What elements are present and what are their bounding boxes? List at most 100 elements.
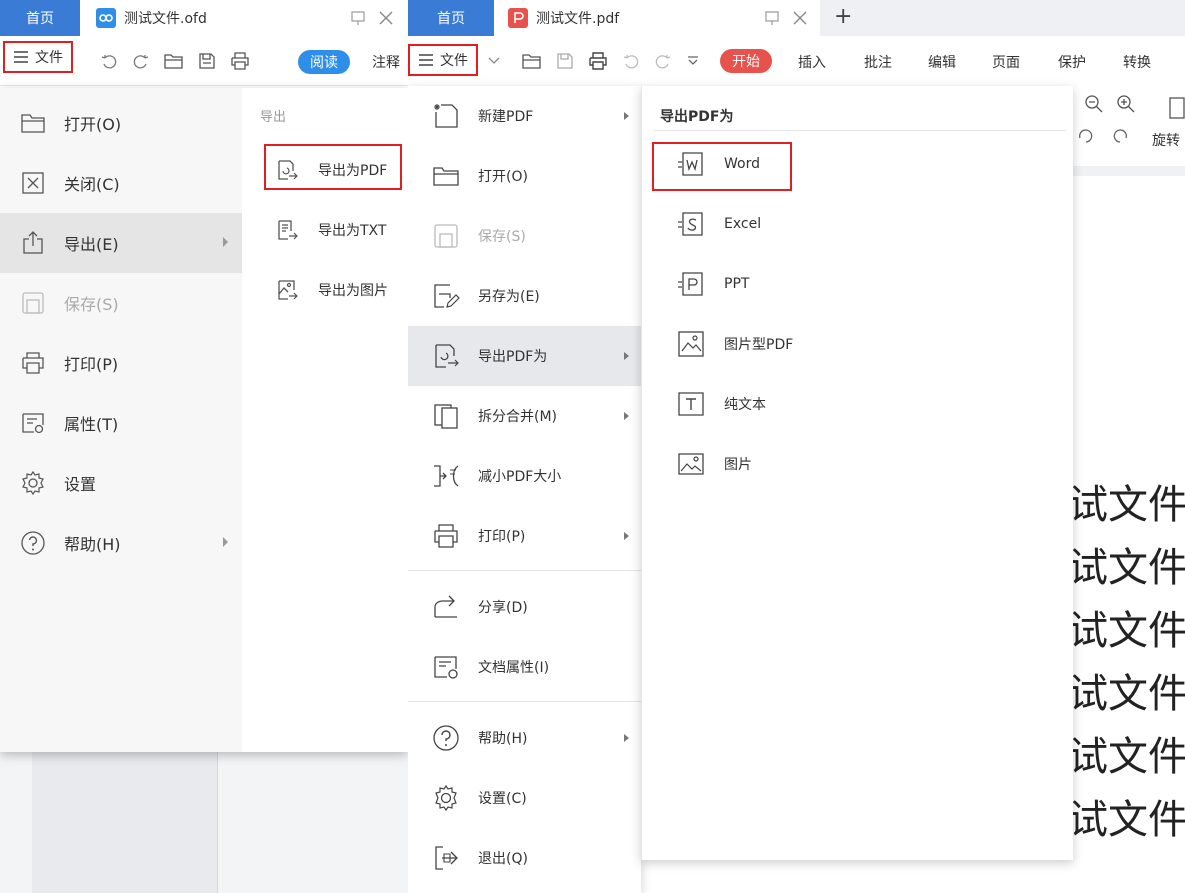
menu-item-label: 导出(E) bbox=[64, 235, 119, 254]
gear-icon bbox=[22, 470, 44, 496]
redo-icon[interactable] bbox=[654, 52, 672, 70]
submenu-arrow-icon bbox=[624, 412, 629, 420]
tab-ofd-document[interactable]: 测试文件.ofd bbox=[80, 0, 408, 36]
menu-item-share[interactable]: 分享(D) bbox=[408, 577, 641, 637]
pin-icon[interactable] bbox=[350, 10, 366, 26]
menu-item-label: 打印(P) bbox=[64, 355, 119, 374]
menu-item-label: 打印(P) bbox=[478, 529, 526, 545]
menu-item-new-pdf[interactable]: 新建PDF bbox=[408, 86, 641, 146]
rotate-page-icon[interactable] bbox=[1168, 94, 1185, 120]
new-tab-button[interactable]: + bbox=[834, 4, 852, 29]
submenu-item-plain-text[interactable]: 纯文本 bbox=[676, 382, 766, 426]
save-as-icon bbox=[434, 284, 460, 308]
chevron-down-icon[interactable] bbox=[488, 56, 500, 66]
rotate-left-icon[interactable] bbox=[1076, 128, 1094, 144]
tab-pdf-document[interactable]: 测试文件.pdf bbox=[494, 0, 820, 36]
customize-dropdown-icon[interactable] bbox=[686, 52, 700, 70]
submenu-arrow-icon bbox=[223, 237, 228, 247]
menu-item-help[interactable]: 帮助(H) bbox=[408, 708, 641, 768]
folder-open-icon[interactable] bbox=[164, 52, 184, 70]
print-icon[interactable] bbox=[588, 52, 608, 70]
menu-item-print[interactable]: 打印(P) bbox=[408, 506, 641, 566]
menu-item-settings[interactable]: 设置 bbox=[0, 453, 242, 513]
tab-protect[interactable]: 保护 bbox=[1058, 52, 1086, 72]
menu-item-help[interactable]: 帮助(H) bbox=[0, 513, 242, 573]
menu-item-compress[interactable]: 减小PDF大小 bbox=[408, 446, 641, 506]
submenu-arrow-icon bbox=[624, 532, 629, 540]
left-tab-bar: 首页 测试文件.ofd bbox=[0, 0, 408, 36]
tab-page[interactable]: 页面 bbox=[992, 52, 1020, 72]
save-icon[interactable] bbox=[556, 52, 574, 70]
read-mode-button[interactable]: 阅读 bbox=[298, 50, 350, 74]
ofd-tab-title: 测试文件.ofd bbox=[124, 11, 207, 27]
menu-item-properties[interactable]: 属性(T) bbox=[0, 393, 242, 453]
ofd-window: 首页 测试文件.ofd 文件 阅读 注释 打开(O) 关闭(C) 导出(E) 保… bbox=[0, 0, 408, 893]
undo-icon[interactable] bbox=[622, 52, 640, 70]
home-tab[interactable]: 首页 bbox=[0, 0, 80, 36]
submenu-item-export-image[interactable]: 导出为图片 bbox=[276, 270, 388, 310]
folder-open-icon[interactable] bbox=[522, 52, 542, 70]
menu-item-label: 减小PDF大小 bbox=[478, 469, 562, 485]
menu-item-label: 退出(Q) bbox=[478, 851, 528, 867]
submenu-item-picture[interactable]: 图片 bbox=[676, 442, 752, 486]
print-icon bbox=[434, 524, 458, 548]
submenu-item-ppt[interactable]: PPT bbox=[676, 262, 749, 306]
zoom-in-icon[interactable] bbox=[1116, 94, 1136, 114]
menu-item-exit[interactable]: 退出(Q) bbox=[408, 828, 641, 888]
submenu-item-export-txt[interactable]: 导出为TXT bbox=[276, 210, 386, 250]
right-tab-bar: 首页 测试文件.pdf + bbox=[408, 0, 1185, 36]
submenu-item-label: PPT bbox=[724, 276, 750, 292]
submenu-item-image-pdf[interactable]: 图片型PDF bbox=[676, 322, 793, 366]
tab-annotate[interactable]: 批注 bbox=[864, 52, 892, 72]
menu-item-label: 新建PDF bbox=[478, 109, 534, 125]
properties-icon bbox=[22, 413, 44, 434]
menu-divider bbox=[408, 701, 641, 702]
menu-item-export-pdf-as[interactable]: 导出PDF为 bbox=[408, 326, 641, 386]
menu-item-save[interactable]: 保存(S) bbox=[408, 206, 641, 266]
left-file-menu-list: 打开(O) 关闭(C) 导出(E) 保存(S) 打印(P) 属性(T) 设置 帮… bbox=[0, 88, 242, 752]
tab-start[interactable]: 开始 bbox=[720, 49, 772, 73]
print-icon[interactable] bbox=[230, 52, 250, 70]
menu-item-label: 设置(C) bbox=[478, 791, 527, 807]
submenu-item-excel[interactable]: Excel bbox=[676, 202, 761, 246]
menu-item-split-merge[interactable]: 拆分合并(M) bbox=[408, 386, 641, 446]
right-file-menu-button[interactable]: 文件 bbox=[408, 44, 478, 76]
menu-item-settings[interactable]: 设置(C) bbox=[408, 768, 641, 828]
close-tab-icon[interactable] bbox=[378, 10, 394, 26]
left-file-menu-button[interactable]: 文件 bbox=[3, 41, 73, 73]
menu-item-save[interactable]: 保存(S) bbox=[0, 273, 242, 333]
pin-icon[interactable] bbox=[764, 10, 780, 26]
left-quick-actions bbox=[100, 52, 250, 70]
save-icon[interactable] bbox=[198, 52, 216, 70]
menu-item-export[interactable]: 导出(E) bbox=[0, 213, 242, 273]
zoom-out-icon[interactable] bbox=[1084, 94, 1104, 114]
document-text-line: 试文件 bbox=[1068, 545, 1185, 591]
close-tab-icon[interactable] bbox=[792, 10, 808, 26]
submenu-item-label: 图片型PDF bbox=[724, 337, 794, 353]
menu-item-doc-properties[interactable]: 文档属性(I) bbox=[408, 637, 641, 697]
tab-insert[interactable]: 插入 bbox=[798, 52, 826, 72]
rotate-label[interactable]: 旋转 bbox=[1152, 130, 1180, 150]
left-file-menu: 打开(O) 关闭(C) 导出(E) 保存(S) 打印(P) 属性(T) 设置 帮… bbox=[0, 88, 408, 752]
new-pdf-icon bbox=[434, 104, 458, 128]
tab-convert[interactable]: 转换 bbox=[1123, 52, 1151, 72]
rotate-right-icon[interactable] bbox=[1112, 128, 1130, 144]
redo-icon[interactable] bbox=[132, 52, 150, 70]
save-icon bbox=[434, 224, 458, 248]
submenu-arrow-icon bbox=[624, 734, 629, 742]
undo-icon[interactable] bbox=[100, 52, 118, 70]
menu-item-close[interactable]: 关闭(C) bbox=[0, 153, 242, 213]
export-image-icon bbox=[278, 280, 298, 300]
submenu-arrow-icon bbox=[624, 112, 629, 120]
menu-item-print[interactable]: 打印(P) bbox=[0, 333, 242, 393]
menu-item-save-as[interactable]: 另存为(E) bbox=[408, 266, 641, 326]
close-box-icon bbox=[22, 172, 44, 194]
menu-item-open[interactable]: 打开(O) bbox=[408, 146, 641, 206]
picture-icon bbox=[678, 453, 704, 475]
submenu-arrow-icon bbox=[223, 537, 228, 547]
menu-item-open[interactable]: 打开(O) bbox=[0, 93, 242, 153]
home-tab[interactable]: 首页 bbox=[408, 0, 494, 36]
right-quick-actions bbox=[522, 52, 700, 70]
annotate-tab[interactable]: 注释 bbox=[372, 52, 400, 72]
tab-edit[interactable]: 编辑 bbox=[928, 52, 956, 72]
